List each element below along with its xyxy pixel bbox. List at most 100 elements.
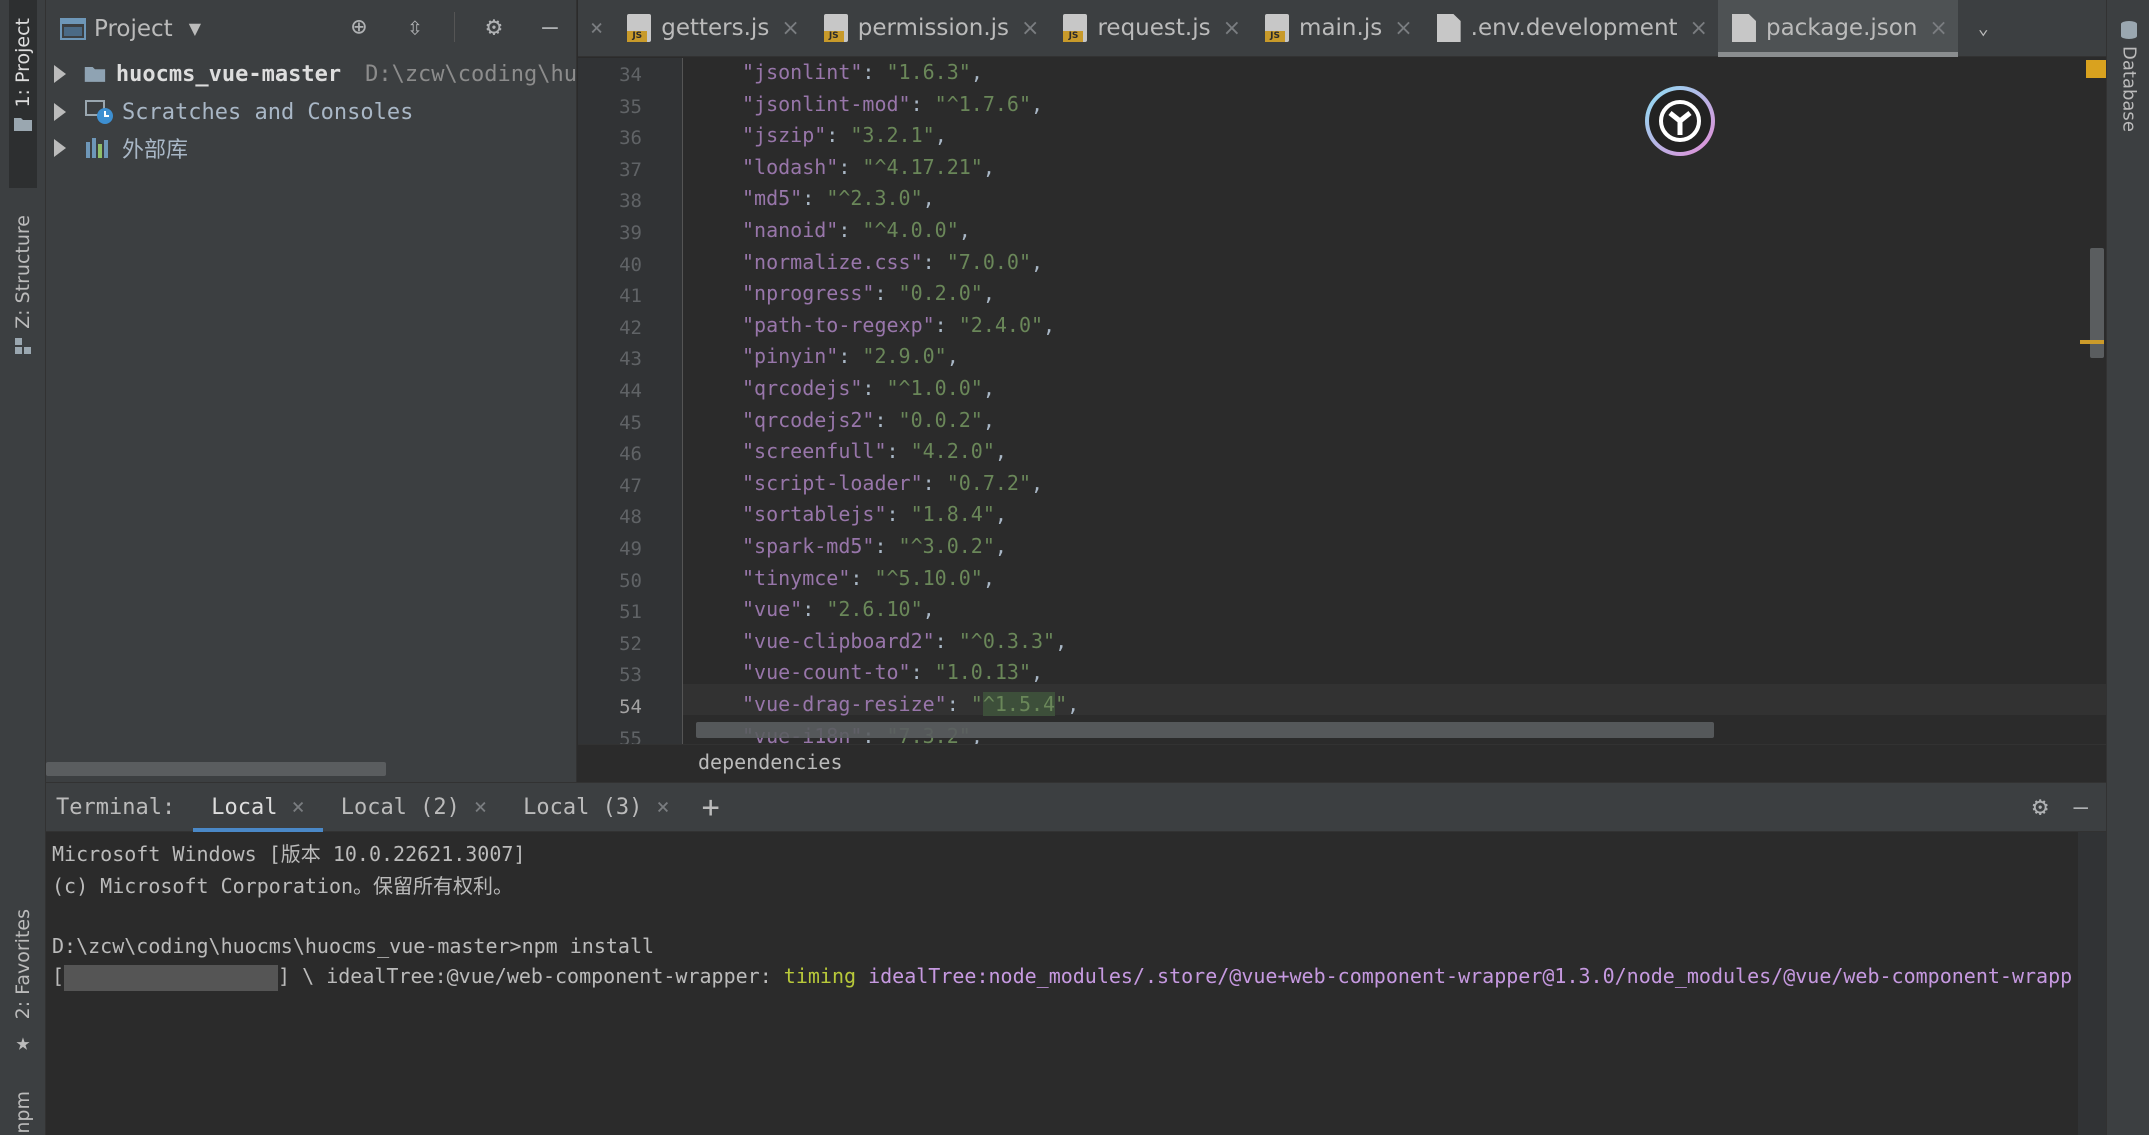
tab-permission-js[interactable]: permission.js × <box>810 0 1050 57</box>
json-key: "nanoid" <box>742 218 839 242</box>
close-icon[interactable]: × <box>590 16 603 41</box>
json-key: "tinymce" <box>742 565 851 590</box>
code-line: "normalize.css": "7.0.0", <box>742 250 1043 274</box>
json-value: "^4.0.0" <box>862 218 959 242</box>
close-tab-icon[interactable]: × <box>1021 16 1039 41</box>
locate-icon[interactable]: ⊕ <box>342 10 376 44</box>
expand-arrow-icon[interactable] <box>54 65 66 83</box>
minimize-icon[interactable]: — <box>2074 793 2088 821</box>
line-number: 55 <box>619 727 642 744</box>
comma: , <box>1031 470 1044 495</box>
json-value: "^5.10.0" <box>874 565 983 590</box>
code-line: "path-to-regexp": "2.4.0", <box>742 313 1055 337</box>
colon: : <box>946 692 971 716</box>
close-tab-icon[interactable]: × <box>1223 16 1241 41</box>
comma: , <box>982 407 995 432</box>
tab-label: package.json <box>1765 15 1918 41</box>
breadcrumb[interactable]: dependencies <box>578 744 2106 782</box>
code-line: "nprogress": "0.2.0", <box>742 281 995 305</box>
expand-arrow-icon[interactable] <box>54 103 66 121</box>
error-stripe-mark[interactable] <box>2080 340 2104 344</box>
terminal-line: Microsoft Windows [版本 10.0.22621.3007] <box>52 842 526 866</box>
tree-item-external-libraries[interactable]: 外部库 <box>46 130 577 166</box>
code-editor[interactable]: 34 35 36 37 38 39 40 41 42 43 44 45 46 47 48 49 50 51 52 53… <box>578 58 2106 744</box>
tab-main-js[interactable]: main.js × <box>1251 0 1423 57</box>
line-number: 36 <box>619 127 642 150</box>
colon: : <box>922 470 947 495</box>
comma: , <box>982 154 995 179</box>
terminal-tab-local-3[interactable]: Local (3) × <box>505 782 687 832</box>
editor-horizontal-scrollbar[interactable] <box>696 722 1714 738</box>
tab-package-json[interactable]: package.json × <box>1717 0 1958 57</box>
json-value: "^1.7.6" <box>934 91 1031 116</box>
json-value: "4.2.0" <box>910 439 995 464</box>
json-key: "path-to-regexp" <box>742 312 935 337</box>
npm-tool-tab[interactable]: npm <box>9 1090 37 1135</box>
colon: : <box>874 407 899 432</box>
tab-label: getters.js <box>661 15 770 41</box>
tab-request-js[interactable]: request.js × <box>1049 0 1251 57</box>
chevron-down-icon[interactable]: ⌄ <box>1978 18 1989 39</box>
favorites-tool-tab[interactable]: 2: Favorites ★ <box>9 895 37 1070</box>
close-tab-icon[interactable]: × <box>1394 16 1412 41</box>
comma: , <box>1031 660 1044 685</box>
project-title: Project <box>94 15 173 42</box>
terminal-output[interactable]: Microsoft Windows [版本 10.0.22621.3007] (… <box>46 832 2106 1135</box>
code-line: "vue-count-to": "1.0.13", <box>742 660 1043 684</box>
project-tool-tab[interactable]: 1: Project <box>9 0 37 188</box>
comma: , <box>982 376 995 400</box>
line-number: 39 <box>619 222 642 244</box>
close-tab-icon[interactable]: × <box>1929 16 1947 41</box>
line-number: 53 <box>619 664 642 687</box>
line-number: 40 <box>619 253 642 276</box>
tree-item-scratches[interactable]: Scratches and Consoles <box>46 94 577 130</box>
line-number: 41 <box>619 285 642 308</box>
terminal-tab-label: Local <box>211 794 278 820</box>
comma: , <box>982 281 995 306</box>
terminal-header: Terminal: Local × Local (2) × Local (3) … <box>46 782 2106 832</box>
expand-arrow-icon[interactable] <box>54 139 66 157</box>
close-tab-icon[interactable]: × <box>1690 16 1708 41</box>
tab-env-development[interactable]: .env.development × <box>1423 0 1718 57</box>
star-icon: ★ <box>15 1027 31 1056</box>
gear-icon[interactable]: ⚙ <box>477 10 511 44</box>
colon: : <box>850 565 875 590</box>
project-horizontal-scrollbar[interactable] <box>46 762 386 776</box>
colon: : <box>886 502 911 527</box>
database-icon <box>2121 21 2137 39</box>
terminal-label: Terminal: <box>56 794 176 820</box>
close-tab-icon[interactable]: × <box>291 795 304 820</box>
terminal-vertical-scrollbar[interactable] <box>2078 832 2106 1135</box>
comma: , <box>1055 628 1068 653</box>
assistant-logo-icon <box>1659 100 1701 142</box>
favorites-tool-tab-label: 2: Favorites <box>12 909 34 1020</box>
text-file-icon <box>1436 14 1461 42</box>
tree-item-project-root[interactable]: huocms_vue-master D:\zcw\coding\hu <box>46 56 577 92</box>
terminal-tab-local-2[interactable]: Local (2) × <box>323 782 505 832</box>
warning-marker-icon[interactable] <box>2086 60 2106 78</box>
comma: , <box>922 186 935 211</box>
chevron-down-icon: ▼ <box>188 19 202 38</box>
gear-icon[interactable]: ⚙ <box>2032 792 2048 822</box>
add-terminal-icon[interactable]: + <box>702 790 720 825</box>
line-number: 50 <box>619 569 642 592</box>
structure-tool-tab[interactable]: Z: Structure <box>9 200 37 370</box>
tab-label: .env.development <box>1470 15 1678 41</box>
assistant-floating-icon[interactable] <box>1645 86 1715 156</box>
close-tab-icon[interactable]: × <box>656 795 669 820</box>
json-value: "^2.3.0" <box>826 186 923 211</box>
close-tab-icon[interactable]: × <box>781 16 799 41</box>
project-view-selector[interactable]: Project ▼ <box>60 16 201 42</box>
collapse-all-icon[interactable]: ⇳ <box>398 10 432 44</box>
terminal-line: (c) Microsoft Corporation。保留所有权利。 <box>52 874 514 898</box>
tab-getters-js[interactable]: getters.js × <box>613 0 810 57</box>
minimize-icon[interactable]: — <box>533 10 567 44</box>
database-tool-tab[interactable]: Database <box>2115 20 2143 132</box>
breadcrumb-item[interactable]: dependencies <box>698 750 843 774</box>
tree-item-label: 外部库 <box>122 138 189 163</box>
json-key: "qrcodejs" <box>742 376 863 400</box>
terminal-tab-local[interactable]: Local × <box>193 782 324 832</box>
close-tab-icon[interactable]: × <box>474 795 487 820</box>
json-value: "0.2.0" <box>898 281 983 306</box>
json-value: "^1.5.4" <box>970 692 1068 716</box>
